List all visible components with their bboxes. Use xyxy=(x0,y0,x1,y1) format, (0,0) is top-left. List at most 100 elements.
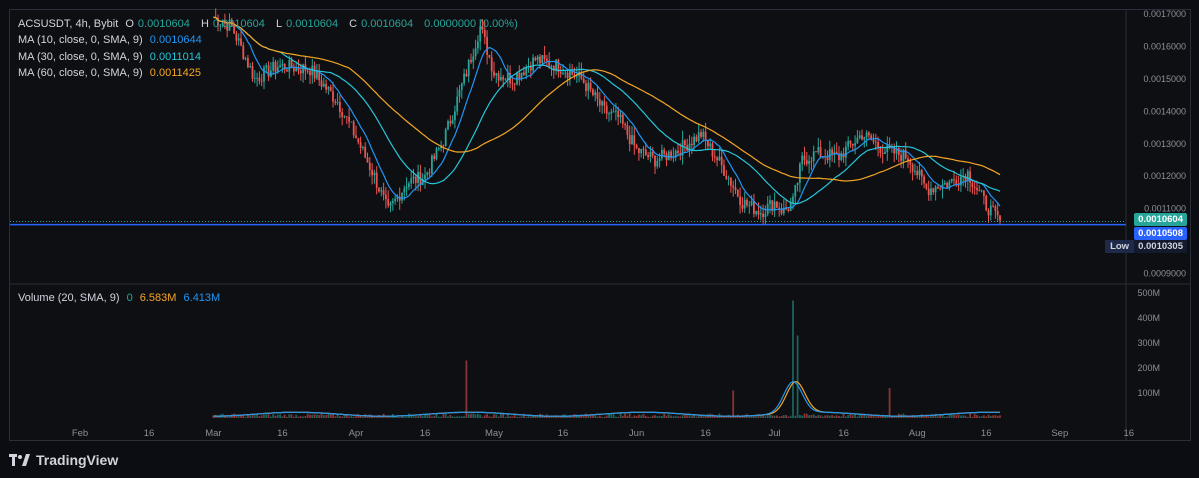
candle-body xyxy=(405,186,408,189)
candle-body xyxy=(272,61,275,71)
candle-body xyxy=(518,73,521,80)
volume-bar xyxy=(348,416,350,418)
volume-bar xyxy=(444,413,447,418)
volume-bar xyxy=(304,416,307,418)
volume-axis-tick: 400M xyxy=(1137,313,1160,323)
volume-bar xyxy=(838,416,840,418)
volume-bar xyxy=(350,415,353,418)
ma10-legend[interactable]: MA (10, close, 0, SMA, 9) 0.0010644 xyxy=(18,33,206,48)
volume-bar xyxy=(601,416,603,418)
candle-body xyxy=(359,142,362,148)
candle-body xyxy=(474,48,477,57)
volume-bar xyxy=(437,416,440,418)
volume-bar xyxy=(433,415,436,418)
volume-bar xyxy=(536,416,539,418)
candle-body xyxy=(661,149,663,159)
volume-bar xyxy=(764,416,767,418)
candle-body xyxy=(562,73,564,74)
volume-bar xyxy=(297,416,300,418)
candle-body xyxy=(932,188,935,193)
candle-body xyxy=(403,188,406,193)
tradingview-logo[interactable]: TradingView xyxy=(9,452,118,468)
candle-body xyxy=(546,58,548,61)
price-axis-tick: 0.0016000 xyxy=(1143,41,1186,51)
candle-body xyxy=(391,200,394,203)
candle-body xyxy=(937,186,939,189)
volume-bar xyxy=(750,416,753,418)
candle-body xyxy=(803,155,806,161)
candle-body xyxy=(658,158,661,161)
volume-bar xyxy=(431,416,433,418)
volume-bar xyxy=(272,414,275,418)
candle-body xyxy=(585,83,587,91)
volume-bar xyxy=(992,415,994,418)
candle-body xyxy=(845,146,847,158)
time-axis-tick: Feb xyxy=(72,428,88,439)
candle-body xyxy=(414,176,417,183)
candle-body xyxy=(861,135,863,140)
ma30-legend[interactable]: MA (30, close, 0, SMA, 9) 0.0011014 xyxy=(18,50,205,65)
volume-bar xyxy=(644,415,647,418)
volume-bar xyxy=(327,413,330,418)
volume-bar xyxy=(778,416,781,418)
candle-body xyxy=(550,66,553,67)
candle-body xyxy=(582,78,585,84)
candle-body xyxy=(849,140,852,144)
volume-bar xyxy=(414,416,417,418)
ohlc-close: C 0.0010604 xyxy=(349,18,414,30)
candle-body xyxy=(265,65,268,68)
candle-body xyxy=(506,73,509,80)
candle-body xyxy=(389,202,392,206)
candle-body xyxy=(812,151,815,161)
volume-bar xyxy=(506,414,509,418)
candle-body xyxy=(819,147,822,158)
candle-body xyxy=(872,140,875,142)
volume-legend[interactable]: Volume (20, SMA, 9) 0 6.583M 6.413M xyxy=(18,291,224,306)
volume-bar xyxy=(964,415,967,418)
candle-body xyxy=(382,190,385,195)
volume-bar xyxy=(249,415,252,418)
candle-body xyxy=(920,170,923,177)
volume-bar xyxy=(665,415,668,418)
candle-body xyxy=(431,155,433,174)
volume-bar xyxy=(957,414,960,418)
time-axis-tick: 16 xyxy=(981,428,992,439)
candle-body xyxy=(854,143,856,146)
volume-bar xyxy=(470,413,472,418)
candle-body xyxy=(488,54,491,58)
candle-body xyxy=(320,80,323,87)
candle-body xyxy=(368,162,371,170)
candle-body xyxy=(339,102,341,113)
candle-body xyxy=(831,149,833,155)
volume-sma-line xyxy=(213,380,1001,417)
candle-body xyxy=(412,176,415,179)
volume-bar xyxy=(787,416,790,418)
volume-bar xyxy=(943,416,946,418)
candle-body xyxy=(764,214,767,218)
volume-bar xyxy=(320,413,323,418)
candle-body xyxy=(371,169,373,176)
volume-bar xyxy=(276,414,279,418)
candle-body xyxy=(313,65,316,79)
candle-body xyxy=(716,157,718,161)
tradingview-icon xyxy=(9,454,30,466)
ma60-legend[interactable]: MA (60, close, 0, SMA, 9) 0.0011425 xyxy=(18,66,205,81)
candle-body xyxy=(702,131,705,137)
candle-body xyxy=(992,205,994,207)
low-value: 0.0010305 xyxy=(1134,240,1187,253)
candle-body xyxy=(536,56,539,61)
candle-body xyxy=(633,135,636,146)
candle-body xyxy=(603,101,606,106)
volume-v1: 0 xyxy=(126,292,133,304)
volume-bar xyxy=(516,416,518,418)
volume-bar xyxy=(534,416,537,418)
volume-bar xyxy=(447,416,449,418)
candle-body xyxy=(566,72,569,78)
volume-bar xyxy=(730,416,732,418)
candle-body xyxy=(914,171,916,172)
candle-body xyxy=(911,164,914,172)
volume-bar xyxy=(403,416,406,418)
volume-bar xyxy=(810,414,813,418)
candle-body xyxy=(677,150,679,153)
candle-body xyxy=(619,114,622,118)
